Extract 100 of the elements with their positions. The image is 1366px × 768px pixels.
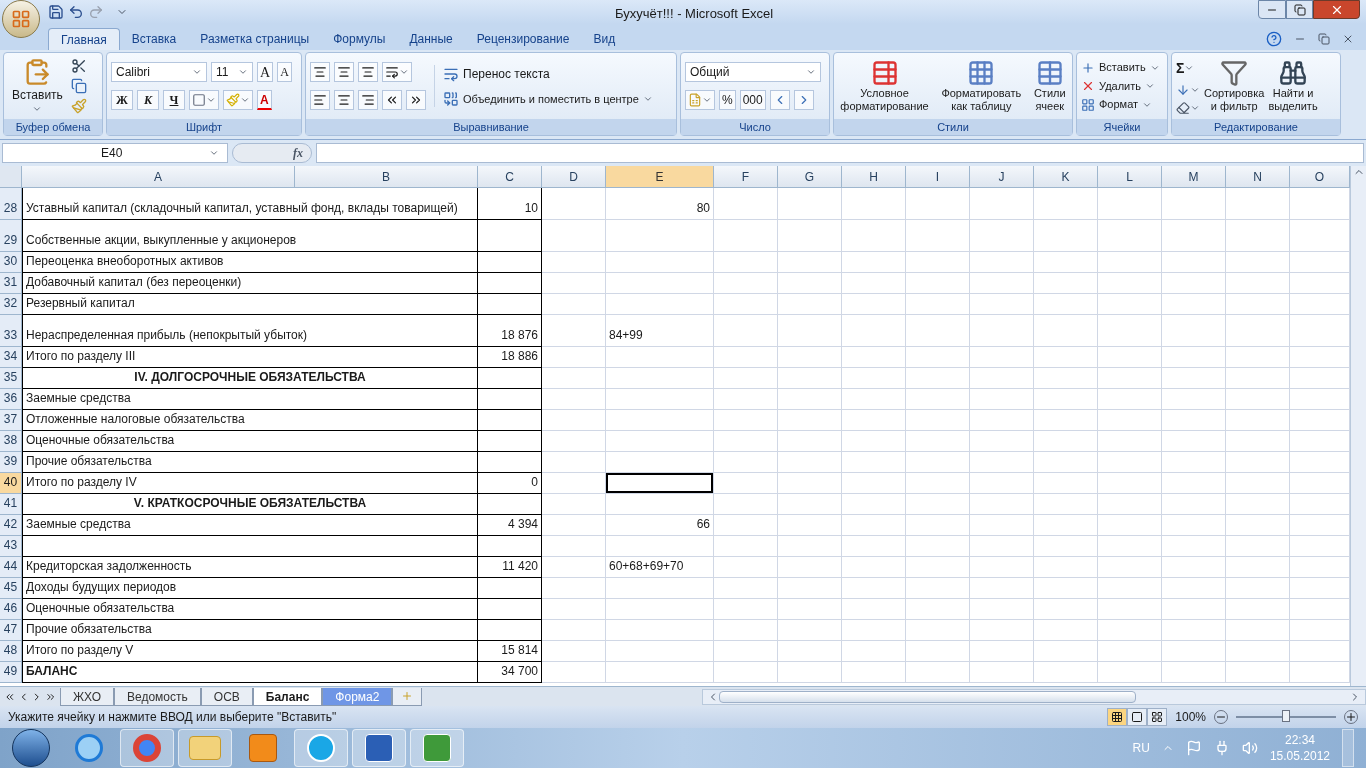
active-cell[interactable] [606, 473, 714, 494]
column-header[interactable]: C [478, 166, 542, 188]
restore-workbook-icon[interactable] [1318, 33, 1330, 45]
font-color-button[interactable]: A [257, 90, 272, 110]
align-left-button[interactable] [310, 90, 330, 110]
restore-button[interactable] [1286, 0, 1313, 19]
font-size-dropdown[interactable]: 11 [211, 62, 253, 82]
clear-button[interactable] [1176, 100, 1200, 115]
ribbon-tab[interactable]: Разметка страницы [188, 28, 322, 50]
row-header[interactable]: 37 [0, 410, 22, 431]
row-header[interactable]: 33 [0, 315, 22, 347]
align-right-button[interactable] [358, 90, 378, 110]
cells-button[interactable]: Вставить [1081, 59, 1160, 76]
borders-button[interactable] [189, 90, 219, 110]
ribbon-tab[interactable]: Данные [397, 28, 465, 50]
taskbar-button[interactable] [294, 729, 348, 767]
zoom-slider-thumb[interactable] [1282, 710, 1290, 722]
column-header[interactable]: M [1162, 166, 1226, 188]
horizontal-scrollbar[interactable] [702, 688, 1366, 705]
autosum-button[interactable]: Σ [1176, 57, 1200, 79]
name-box[interactable]: E40 [2, 143, 228, 163]
editing-button[interactable]: Найти и выделить [1268, 59, 1318, 113]
start-button[interactable] [12, 729, 50, 767]
cells-button[interactable]: Удалить [1081, 77, 1160, 95]
shrink-font-button[interactable]: A [277, 62, 292, 82]
decrease-decimal-button[interactable] [793, 90, 814, 110]
row-header[interactable]: 45 [0, 578, 22, 599]
insert-function-button[interactable]: fx [232, 143, 312, 163]
thousands-button[interactable]: 000 [739, 90, 766, 110]
ribbon-tab[interactable]: Вставка [119, 28, 189, 50]
office-button[interactable] [2, 0, 40, 38]
row-header[interactable]: 43 [0, 536, 22, 557]
help-icon[interactable] [1266, 31, 1282, 47]
number-format-dropdown[interactable]: Общий [685, 62, 821, 82]
cut-icon[interactable] [70, 58, 87, 74]
decrease-indent-button[interactable] [382, 90, 402, 110]
sheet-tab[interactable]: ЖХО [60, 687, 115, 706]
bold-button[interactable]: Ж [111, 90, 133, 110]
fill-button[interactable] [1176, 82, 1200, 97]
close-workbook-icon[interactable] [1342, 33, 1354, 45]
sheet-tab[interactable]: ОСВ [200, 687, 253, 706]
row-header[interactable]: 42 [0, 515, 22, 536]
row-header[interactable]: 40 [0, 473, 22, 494]
column-header[interactable]: E [606, 166, 714, 188]
vertical-scrollbar[interactable] [1350, 166, 1366, 686]
percent-button[interactable]: % [719, 90, 736, 110]
merge-center-button[interactable]: Объединить и поместить в центре [443, 90, 653, 108]
row-header[interactable]: 49 [0, 662, 22, 683]
increase-decimal-button[interactable] [769, 90, 790, 110]
undo-icon[interactable] [68, 4, 84, 20]
taskbar-button[interactable] [410, 729, 464, 767]
row-header[interactable]: 48 [0, 641, 22, 662]
column-header[interactable]: A [22, 166, 295, 188]
align-middle-button[interactable] [334, 62, 354, 82]
column-header[interactable]: N [1226, 166, 1290, 188]
row-header[interactable]: 44 [0, 557, 22, 578]
zoom-in-icon[interactable] [1344, 710, 1358, 724]
scroll-thumb[interactable] [719, 690, 1137, 703]
currency-button[interactable] [685, 90, 715, 110]
row-header[interactable]: 32 [0, 294, 22, 315]
save-icon[interactable] [48, 4, 64, 20]
cells-button[interactable]: Формат [1081, 96, 1160, 113]
underline-button[interactable]: Ч [163, 90, 185, 110]
ribbon-tab[interactable]: Главная [48, 28, 120, 50]
row-header[interactable]: 39 [0, 452, 22, 473]
view-button[interactable] [1147, 708, 1168, 726]
column-header[interactable]: H [842, 166, 906, 188]
row-header[interactable]: 34 [0, 347, 22, 368]
row-header[interactable]: 47 [0, 620, 22, 641]
row-header[interactable]: 36 [0, 389, 22, 410]
column-header[interactable]: J [970, 166, 1034, 188]
styles-button[interactable]: Форматировать как таблицу [941, 59, 1022, 113]
column-header[interactable]: F [714, 166, 778, 188]
align-center-button[interactable] [334, 90, 354, 110]
row-header[interactable]: 29 [0, 220, 22, 252]
sheet-tab[interactable]: Баланс [252, 687, 323, 706]
row-header[interactable]: 38 [0, 431, 22, 452]
align-top-button[interactable] [310, 62, 330, 82]
row-header[interactable]: 31 [0, 273, 22, 294]
format-painter-icon[interactable] [70, 98, 87, 114]
italic-button[interactable]: К [137, 90, 159, 110]
row-header[interactable]: 35 [0, 368, 22, 389]
flag-icon[interactable] [1185, 740, 1202, 756]
wrap-text-button[interactable]: Перенос текста [443, 64, 653, 83]
ribbon-tab[interactable]: Рецензирование [464, 28, 582, 50]
row-header[interactable]: 28 [0, 188, 22, 220]
close-button[interactable] [1313, 0, 1360, 19]
copy-icon[interactable] [70, 78, 87, 94]
view-button[interactable] [1107, 708, 1128, 726]
ribbon-tab[interactable]: Вид [581, 28, 628, 50]
ribbon-tab[interactable]: Формулы [321, 28, 398, 50]
fill-color-button[interactable] [223, 90, 253, 110]
column-header[interactable]: L [1098, 166, 1162, 188]
increase-indent-button[interactable] [406, 90, 426, 110]
column-header[interactable]: B [295, 166, 478, 188]
paste-button[interactable]: Вставить [8, 58, 67, 114]
volume-icon[interactable] [1241, 740, 1258, 756]
font-name-dropdown[interactable]: Calibri [111, 62, 207, 82]
styles-button[interactable]: Условное форматирование [840, 59, 929, 113]
row-header[interactable]: 46 [0, 599, 22, 620]
